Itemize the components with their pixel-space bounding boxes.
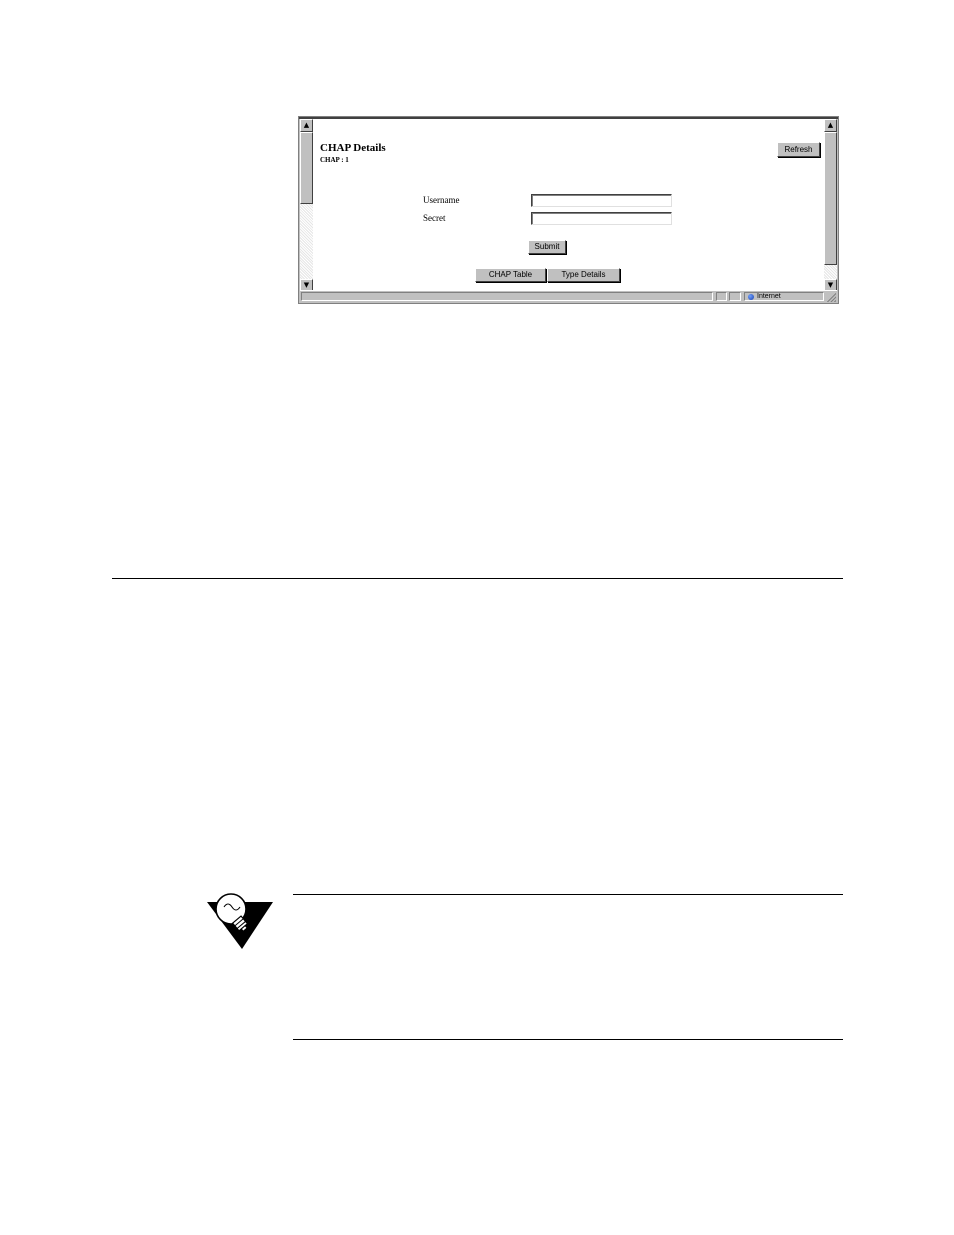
type-details-button[interactable]: Type Details [547,268,620,282]
page-content: CHAP Details CHAP : 1 Refresh Username S… [313,119,824,292]
page-title: CHAP Details [320,142,386,154]
scrollbar-thumb[interactable] [824,132,837,265]
globe-icon [748,294,754,300]
secret-label: Secret [423,213,446,223]
left-scrollbar[interactable]: ▲ ▼ [300,119,313,292]
note-bottom-rule [293,1039,843,1040]
status-pane-zone: Internet [744,292,824,301]
refresh-button[interactable]: Refresh [777,142,820,157]
scroll-up-arrow-icon[interactable]: ▲ [824,119,837,132]
secret-input[interactable] [531,212,672,225]
chap-table-button[interactable]: CHAP Table [475,268,546,282]
scroll-up-arrow-icon[interactable]: ▲ [300,119,313,132]
resize-grip-icon[interactable] [826,292,836,302]
status-pane-security [729,292,741,301]
status-pane-progress [716,292,727,301]
note-top-rule [293,894,843,895]
username-label: Username [423,195,460,205]
status-bar: Internet [300,290,837,302]
submit-button[interactable]: Submit [528,240,566,254]
zone-label: Internet [757,293,781,300]
username-input[interactable] [531,194,672,207]
section-divider [112,578,843,579]
right-scrollbar[interactable]: ▲ ▼ [824,119,837,292]
status-pane-main [301,292,713,301]
lightbulb-icon [207,893,273,949]
page-subtitle: CHAP : 1 [320,156,349,164]
browser-window: ▲ ▼ CHAP Details CHAP : 1 Refresh Userna… [298,116,839,304]
scrollbar-thumb[interactable] [300,132,313,204]
